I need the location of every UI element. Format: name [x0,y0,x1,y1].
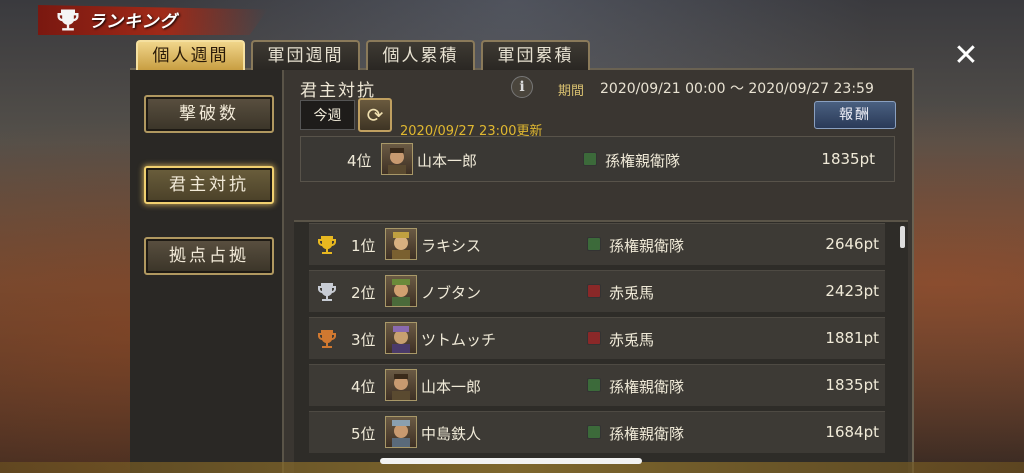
tab-bar: 個人週間 軍団週間 個人累積 軍団累積 [136,40,590,70]
avatar-portrait-icon [392,232,410,259]
list-scrollbar[interactable] [900,226,905,248]
points: 1881pt [825,329,879,347]
avatar [385,322,417,354]
ranking-row-5[interactable]: 5位 中島鉄人 孫権親衛隊 1684pt [309,411,885,453]
player-name: 中島鉄人 [421,425,482,443]
close-button[interactable]: ✕ [950,40,982,72]
trophy-icon [57,9,79,31]
category-base-capture-button[interactable]: 拠点占拠 [144,237,274,275]
avatar [381,143,413,175]
header: ランキング [0,0,1024,40]
category-defeats-button[interactable]: 撃破数 [144,95,274,133]
guild-name: 赤兎馬 [609,331,655,349]
guild-emblem-icon [583,152,597,166]
guild-emblem-icon [587,331,601,345]
tab-personal-weekly[interactable]: 個人週間 [136,40,245,70]
tab-legion-weekly[interactable]: 軍団週間 [251,40,360,70]
avatar-portrait-icon [388,148,406,174]
ranking-row-1[interactable]: 1位 ラキシス 孫権親衛隊 2646pt [309,223,885,265]
guild-emblem-icon [587,425,601,439]
guild-name: 孫権親衛隊 [609,378,685,396]
guild-emblem-icon [587,378,601,392]
page-title: ランキング [88,12,178,32]
rank-label: 2位 [351,284,376,302]
player-name: 山本一郎 [417,152,478,170]
rank-label: 3位 [351,331,376,349]
player-name: ノブタン [421,284,482,302]
refresh-button[interactable]: ⟳ [358,98,392,132]
rank-label: 1位 [351,237,376,255]
avatar [385,369,417,401]
info-icon[interactable]: i [511,76,533,98]
rank-label: 4位 [347,152,372,170]
category-lord-battle-button[interactable]: 君主対抗 [144,166,274,204]
my-ranking-row[interactable]: 4位 山本一郎 孫権親衛隊 1835pt [305,139,881,181]
avatar [385,228,417,260]
guild-name: 孫権親衛隊 [609,237,685,255]
guild-name: 赤兎馬 [609,284,655,302]
silver-trophy-icon [318,283,336,301]
points: 1835pt [821,150,875,168]
avatar-portrait-icon [392,374,410,400]
tab-personal-cumulative[interactable]: 個人累積 [366,40,475,70]
rank-label: 4位 [351,378,376,396]
reward-button[interactable]: 報酬 [814,101,896,129]
points: 2423pt [825,282,879,300]
period-range: 2020/09/21 00:00 ～ 2020/09/27 23:59 [600,81,874,97]
avatar-portrait-icon [392,326,410,353]
guild-emblem-icon [587,284,601,298]
this-week-selector[interactable]: 今週 [300,100,355,130]
ranking-row-3[interactable]: 3位 ツトムッチ 赤兎馬 1881pt [309,317,885,359]
player-name: 山本一郎 [421,378,482,396]
ranking-row-4[interactable]: 4位 山本一郎 孫権親衛隊 1835pt [309,364,885,406]
points: 1835pt [825,376,879,394]
my-ranking-box: 4位 山本一郎 孫権親衛隊 1835pt [300,136,895,182]
avatar [385,275,417,307]
ranking-row-2[interactable]: 2位 ノブタン 赤兎馬 2423pt [309,270,885,312]
player-name: ラキシス [421,237,482,255]
tab-legion-cumulative[interactable]: 軍団累積 [481,40,590,70]
guild-emblem-icon [587,237,601,251]
rank-label: 5位 [351,425,376,443]
refresh-icon: ⟳ [366,103,384,127]
player-name: ツトムッチ [421,331,497,349]
home-indicator[interactable] [380,458,642,464]
avatar-portrait-icon [392,420,410,447]
period-label: 期間 [558,84,585,99]
avatar-portrait-icon [392,279,410,306]
points: 2646pt [825,235,879,253]
points: 1684pt [825,423,879,441]
guild-name: 孫権親衛隊 [609,425,685,443]
avatar [385,416,417,448]
gold-trophy-icon [318,236,336,254]
guild-name: 孫権親衛隊 [605,152,681,170]
bronze-trophy-icon [318,330,336,348]
